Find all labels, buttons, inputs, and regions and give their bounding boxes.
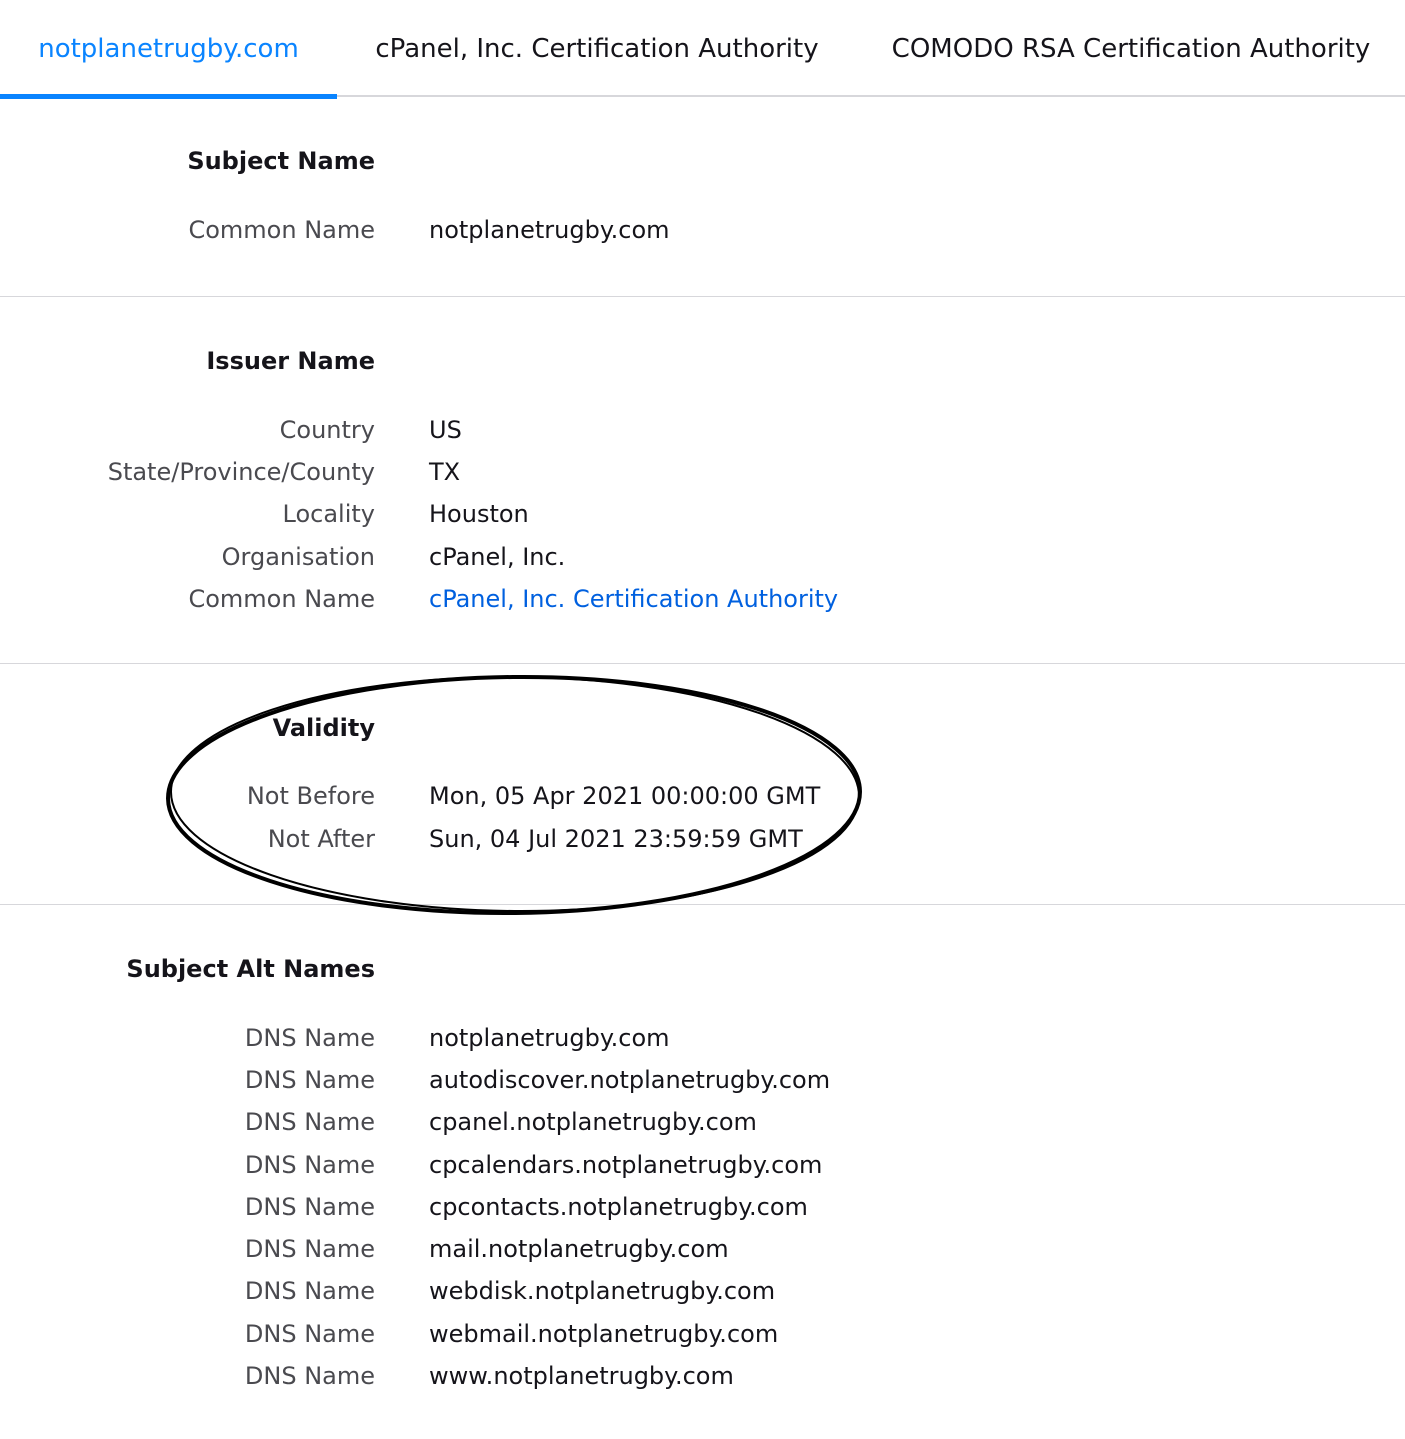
validity-not-before-value: Mon, 05 Apr 2021 00:00:00 GMT	[429, 782, 821, 810]
validity-section: Validity Not Before Mon, 05 Apr 2021 00:…	[0, 664, 1405, 905]
subject-common-name-value: notplanetrugby.com	[429, 216, 670, 244]
san-row: DNS Name cpanel.notplanetrugby.com	[0, 1104, 1405, 1140]
san-label: DNS Name	[244, 1066, 375, 1094]
san-value: cpcontacts.notplanetrugby.com	[429, 1193, 808, 1221]
san-row: DNS Name www.notplanetrugby.com	[0, 1358, 1405, 1394]
san-value: webmail.notplanetrugby.com	[429, 1320, 779, 1348]
san-value: cpcalendars.notplanetrugby.com	[429, 1151, 823, 1179]
tab-cpanel-ca[interactable]: cPanel, Inc. Certification Authority	[337, 0, 857, 97]
issuer-country-value: US	[429, 416, 462, 444]
san-row: DNS Name cpcalendars.notplanetrugby.com	[0, 1147, 1405, 1183]
san-label: DNS Name	[244, 1320, 375, 1348]
issuer-state-label: State/Province/County	[107, 458, 375, 486]
san-row: DNS Name cpcontacts.notplanetrugby.com	[0, 1189, 1405, 1225]
validity-not-after-label: Not After	[267, 825, 375, 853]
san-label: DNS Name	[244, 1277, 375, 1305]
san-row: DNS Name webdisk.notplanetrugby.com	[0, 1273, 1405, 1309]
issuer-common-name-label: Common Name	[188, 585, 375, 613]
validity-title: Validity	[272, 714, 375, 742]
san-value: cpanel.notplanetrugby.com	[429, 1108, 757, 1136]
issuer-organisation-value: cPanel, Inc.	[429, 543, 566, 571]
validity-not-after-row: Not After Sun, 04 Jul 2021 23:59:59 GMT	[0, 821, 1405, 857]
issuer-locality-label: Locality	[282, 500, 375, 528]
issuer-common-name-link[interactable]: cPanel, Inc. Certification Authority	[429, 581, 838, 617]
san-row: DNS Name mail.notplanetrugby.com	[0, 1231, 1405, 1267]
san-label: DNS Name	[244, 1108, 375, 1136]
san-label: DNS Name	[244, 1362, 375, 1390]
issuer-organisation-row: Organisation cPanel, Inc.	[0, 539, 1405, 575]
san-value: notplanetrugby.com	[429, 1024, 670, 1052]
issuer-country-row: Country US	[0, 412, 1405, 448]
san-value: webdisk.notplanetrugby.com	[429, 1277, 776, 1305]
san-label: DNS Name	[244, 1235, 375, 1263]
issuer-name-title: Issuer Name	[206, 347, 375, 375]
san-label: DNS Name	[244, 1024, 375, 1052]
tab-notplanetrugby[interactable]: notplanetrugby.com	[0, 0, 337, 99]
issuer-locality-row: Locality Houston	[0, 496, 1405, 532]
validity-not-before-row: Not Before Mon, 05 Apr 2021 00:00:00 GMT	[0, 778, 1405, 814]
issuer-common-name-row: Common Name cPanel, Inc. Certification A…	[0, 581, 1405, 617]
issuer-organisation-label: Organisation	[221, 543, 375, 571]
issuer-country-label: Country	[279, 416, 375, 444]
certificate-tabs: notplanetrugby.com cPanel, Inc. Certific…	[0, 0, 1405, 99]
subject-common-name-row: Common Name notplanetrugby.com	[0, 212, 1405, 248]
san-row: DNS Name webmail.notplanetrugby.com	[0, 1316, 1405, 1352]
subject-name-title: Subject Name	[187, 147, 375, 175]
san-label: DNS Name	[244, 1193, 375, 1221]
validity-not-after-value: Sun, 04 Jul 2021 23:59:59 GMT	[429, 825, 803, 853]
subject-alt-names-section: Subject Alt Names DNS Name notplanetrugb…	[0, 905, 1405, 1439]
subject-name-section: Subject Name Common Name notplanetrugby.…	[0, 97, 1405, 297]
subject-alt-names-title: Subject Alt Names	[126, 955, 375, 983]
issuer-state-value: TX	[429, 458, 461, 486]
san-value: mail.notplanetrugby.com	[429, 1235, 729, 1263]
san-label: DNS Name	[244, 1151, 375, 1179]
san-row: DNS Name notplanetrugby.com	[0, 1020, 1405, 1056]
san-value: autodiscover.notplanetrugby.com	[429, 1066, 831, 1094]
san-value: www.notplanetrugby.com	[429, 1362, 734, 1390]
validity-not-before-label: Not Before	[246, 782, 375, 810]
issuer-locality-value: Houston	[429, 500, 529, 528]
san-row: DNS Name autodiscover.notplanetrugby.com	[0, 1062, 1405, 1098]
tab-comodo-rsa-ca[interactable]: COMODO RSA Certification Authority	[857, 0, 1405, 97]
subject-common-name-label: Common Name	[188, 216, 375, 244]
issuer-state-row: State/Province/County TX	[0, 454, 1405, 490]
issuer-name-section: Issuer Name Country US State/Province/Co…	[0, 297, 1405, 664]
